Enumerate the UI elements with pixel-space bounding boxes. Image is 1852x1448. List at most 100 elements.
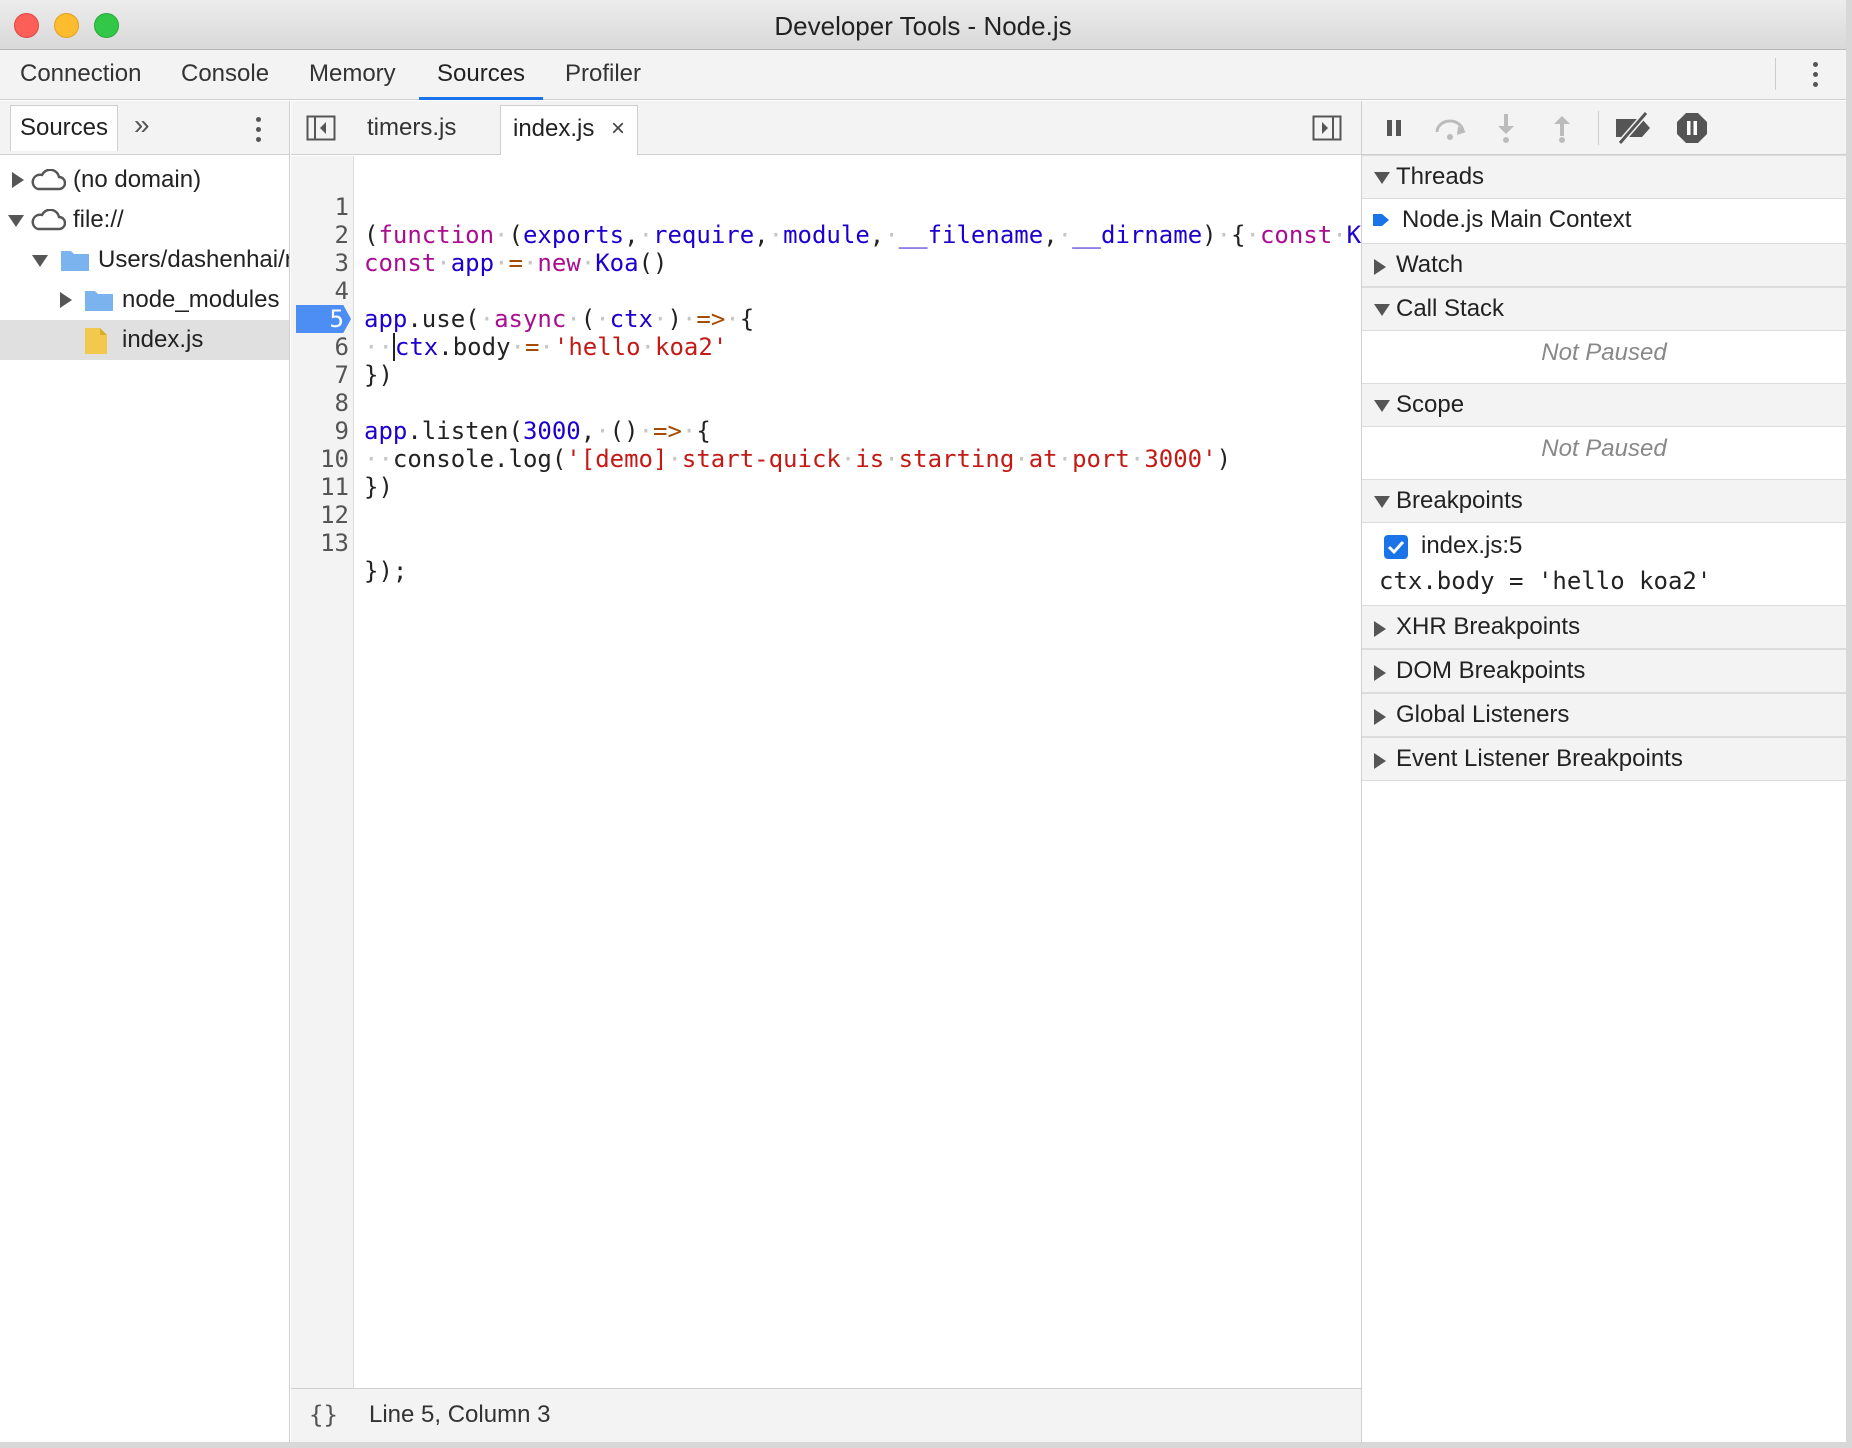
dom-breakpoints-pane-header[interactable]: DOM Breakpoints [1362,649,1846,693]
title-bar: Developer Tools - Node.js [0,0,1846,50]
navigator-tab-bar: Sources » [0,101,289,155]
expand-arrow-icon [1374,665,1386,681]
editor-tab-index-js[interactable]: index.js × [500,105,639,155]
code-line: 2 const·app·=·new·Koa() [291,193,1361,277]
checkmark-icon [1387,540,1405,555]
code-line: 3 [291,221,1361,277]
expand-arrow-icon [1374,259,1386,275]
devtools-window: Developer Tools - Node.js Connection Con… [0,0,1846,1442]
file-icon [85,328,107,354]
watch-pane-header[interactable]: Watch [1362,243,1846,287]
scope-status: Not Paused [1541,435,1667,462]
pane-title: Breakpoints [1396,487,1523,514]
event-listener-breakpoints-pane-header[interactable]: Event Listener Breakpoints [1362,737,1846,781]
pane-title: Threads [1396,163,1485,190]
expand-arrow-icon [1374,709,1386,725]
tree-item-node-modules[interactable]: node_modules [0,280,289,320]
deactivate-breakpoints-icon[interactable] [1612,110,1656,146]
code-line: 6 }) [291,305,1361,389]
code-line: 13 }); [291,501,1361,585]
threads-pane-header[interactable]: Threads [1362,155,1846,199]
thread-item[interactable]: Node.js Main Context [1362,199,1846,243]
step-out-icon[interactable] [1544,110,1580,146]
line-number[interactable]: 13 [291,529,349,557]
debugger-toolbar [1362,101,1846,155]
pane-title: Watch [1396,251,1464,278]
code-line: 8 app.listen(3000,·()·=>·{ [291,361,1361,445]
expand-arrow-icon[interactable] [12,172,24,188]
collapse-arrow-icon[interactable] [8,215,24,227]
xhr-breakpoints-pane-header[interactable]: XHR Breakpoints [1362,605,1846,649]
step-over-icon[interactable] [1432,110,1468,146]
window-title: Developer Tools - Node.js [774,11,1072,41]
collapse-arrow-icon [1374,172,1390,184]
global-listeners-pane-header[interactable]: Global Listeners [1362,693,1846,737]
pane-title: Call Stack [1396,295,1505,322]
pretty-print-button[interactable]: {} [309,1389,338,1441]
tab-profiler[interactable]: Profiler [547,50,659,100]
file-navigator: Sources » (no domain) file:// Users/dash… [0,101,290,1442]
pane-title: Event Listener Breakpoints [1396,745,1683,772]
code-line: 9 ··console.log('[demo]·start-quick·is·s… [291,389,1361,473]
debugger-sidebar: Threads Node.js Main Context Watch Call … [1361,101,1846,1442]
toolbar-divider [1775,58,1776,90]
tree-item-label: file:// [73,206,124,233]
breakpoint-checkbox[interactable] [1384,535,1408,559]
cursor-position: Line 5, Column 3 [369,1401,551,1428]
tree-item-users-folder[interactable]: Users/dashenhai/r [0,240,289,280]
navigator-menu-icon[interactable] [243,105,273,153]
step-into-icon[interactable] [1488,110,1524,146]
folder-icon [85,291,113,311]
scope-pane-header[interactable]: Scope [1362,383,1846,427]
close-tab-icon[interactable]: × [611,115,625,142]
editor-status-bar: {} Line 5, Column 3 [291,1388,1361,1442]
tree-item-file-domain[interactable]: file:// [0,200,289,240]
pause-on-exceptions-icon[interactable] [1674,110,1710,146]
more-options-icon[interactable] [1800,50,1830,98]
code-line: 7 [291,333,1361,389]
pause-icon[interactable] [1376,110,1412,146]
thread-name: Node.js Main Context [1402,206,1632,233]
breakpoint-location: index.js:5 [1421,532,1523,559]
editor-tab-label: index.js [513,115,595,142]
pane-title: Scope [1396,391,1465,418]
code-line-breakpoint: 5 ··ctx.body·=·'hello·koa2' [291,277,1361,361]
tree-item-label: node_modules [122,286,280,313]
tree-item-no-domain[interactable]: (no domain) [0,160,289,200]
folder-icon [61,251,89,271]
breakpoint-code: ctx.body = 'hello koa2' [1379,567,1712,595]
collapse-arrow-icon [1374,400,1390,412]
tab-sources[interactable]: Sources [419,50,544,100]
tree-item-label: Users/dashenhai/r [98,246,289,273]
code-line: 4 app.use(·async·(·ctx·)·=>·{ [291,249,1361,333]
source-editor: timers.js index.js × 1 (function·(export… [291,101,1361,1442]
code-line: 11 [291,445,1361,501]
pane-title: Global Listeners [1396,701,1570,728]
toolbar-divider [1598,111,1599,145]
call-stack-status: Not Paused [1541,339,1667,366]
code-line: 12 [291,473,1361,529]
tree-item-label: index.js [122,326,204,353]
pane-title: XHR Breakpoints [1396,613,1581,640]
code-line: 1 (function·(exports,·require,·module,·_… [291,165,1361,249]
code-line: 10 }) [291,417,1361,501]
breakpoint-item[interactable]: index.js:5 ctx.body = 'hello koa2' [1362,523,1846,605]
cloud-icon [31,209,66,231]
more-tabs-icon[interactable]: » [134,109,150,141]
navigator-tab-sources[interactable]: Sources [10,105,118,151]
toggle-debugger-icon[interactable] [1312,115,1342,141]
toggle-navigator-icon[interactable] [306,115,336,141]
expand-arrow-icon [1374,621,1386,637]
tree-item-index-js[interactable]: index.js [0,320,289,360]
tab-console[interactable]: Console [163,50,287,100]
editor-tab-bar: timers.js index.js × [291,101,1361,155]
breakpoints-pane-header[interactable]: Breakpoints [1362,479,1846,523]
tab-connection[interactable]: Connection [2,50,159,100]
editor-tab-timers-js[interactable]: timers.js [355,105,468,155]
expand-arrow-icon[interactable] [60,292,72,308]
call-stack-pane-header[interactable]: Call Stack [1362,287,1846,331]
current-thread-arrow-icon [1373,214,1389,226]
code-view[interactable]: 1 (function·(exports,·require,·module,·_… [291,156,1361,1388]
collapse-arrow-icon[interactable] [32,255,48,267]
tab-memory[interactable]: Memory [291,50,414,100]
